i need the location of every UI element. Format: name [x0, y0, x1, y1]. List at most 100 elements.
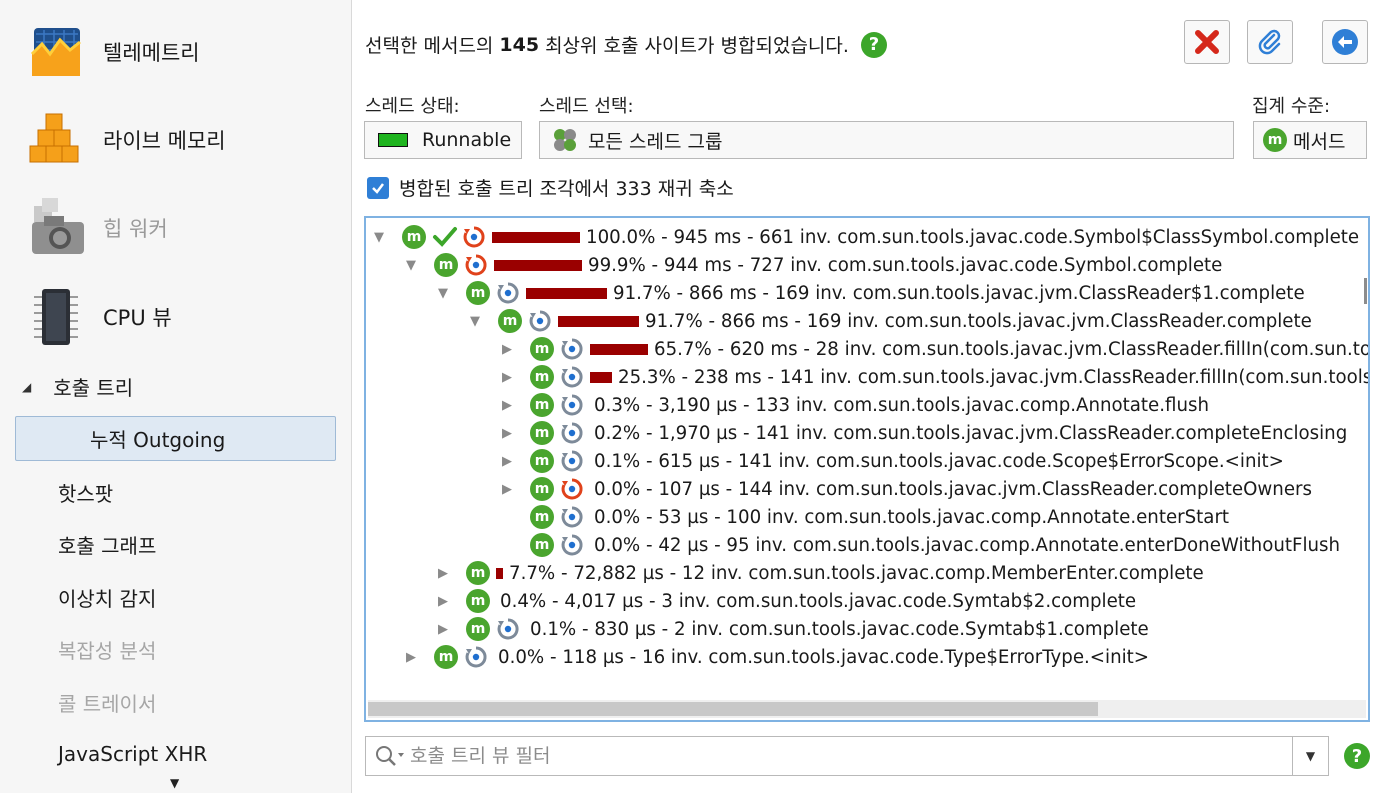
- vertical-scroll-marker[interactable]: [1364, 278, 1367, 304]
- scroll-down-icon[interactable]: ▼: [170, 776, 179, 790]
- sidebar-item-javascript-xhr[interactable]: JavaScript XHR: [58, 742, 207, 766]
- tree-row[interactable]: ▶ m 0.3% - 3,190 µs - 133 inv. com.sun.too…: [502, 391, 1209, 419]
- method-icon: m: [530, 477, 554, 501]
- collapse-toggle-icon[interactable]: ▼: [374, 230, 402, 245]
- tree-row-text: 0.2% - 1,970 µs - 141 inv. com.sun.tools…: [594, 422, 1348, 444]
- sidebar-item-live-memory[interactable]: 라이브 메모리: [24, 108, 344, 172]
- tree-row[interactable]: ▼ m 91.7% - 866 ms - 169 inv. com.sun.tool…: [438, 279, 1305, 307]
- thread-state-value: Runnable: [422, 129, 512, 151]
- expand-toggle-icon[interactable]: ▶: [502, 454, 530, 469]
- tree-row-text: 0.1% - 615 µs - 141 inv. com.sun.tools.j…: [594, 450, 1284, 472]
- filter-help-icon[interactable]: ?: [1344, 743, 1370, 769]
- tree-row-text: 0.0% - 53 µs - 100 inv. com.sun.tools.ja…: [594, 506, 1230, 528]
- merge-recursion-option: 병합된 호출 트리 조각에서 333 재귀 축소: [367, 174, 734, 201]
- tree-row[interactable]: ▶ m 0.2% - 1,970 µs - 141 inv. com.sun.too…: [502, 419, 1347, 447]
- time-bar: [590, 343, 648, 355]
- timer-icon: [561, 338, 583, 360]
- tree-row[interactable]: ▶ m 25.3% - 238 ms - 141 inv. com.sun.tool…: [502, 363, 1370, 391]
- merge-recursion-checkbox[interactable]: [367, 176, 389, 199]
- runnable-state-icon: [378, 133, 408, 147]
- time-bar: [494, 259, 582, 271]
- timer-icon: [561, 366, 583, 388]
- thread-state-combo[interactable]: Runnable: [364, 121, 522, 159]
- expand-toggle-icon[interactable]: ▶: [438, 594, 466, 609]
- time-bar: [590, 371, 612, 383]
- sidebar-item-complexity-analysis[interactable]: 복잡성 분석: [58, 635, 156, 664]
- expand-toggle-icon[interactable]: ▶: [438, 622, 466, 637]
- sidebar-item-heap-walker[interactable]: 힙 워커: [24, 196, 344, 260]
- paperclip-icon: [1258, 29, 1281, 55]
- tree-row[interactable]: ▶ m 7.7% - 72,882 µs - 12 inv. com.sun.too…: [438, 559, 1204, 587]
- filter-dropdown-button[interactable]: ▼: [1292, 737, 1328, 775]
- expand-toggle-icon[interactable]: ▶: [502, 342, 530, 357]
- tree-row[interactable]: ▼ m 100.0% - 945 ms - 661 inv. com.sun.too…: [374, 223, 1359, 251]
- checkmark-icon: [433, 227, 457, 247]
- call-tree-filter: ▼: [365, 736, 1329, 776]
- expand-toggle-icon[interactable]: ▶: [438, 566, 466, 581]
- method-icon: m: [466, 589, 490, 613]
- tree-row[interactable]: ▶ m 0.1% - 830 µs - 2 inv. com.sun.tools.j…: [438, 615, 1149, 643]
- sidebar-item-hotspots[interactable]: 핫스팟: [58, 478, 113, 507]
- sidebar-item-telemetry[interactable]: 텔레메트리: [24, 20, 344, 84]
- timer-icon: [465, 646, 487, 668]
- tree-row[interactable]: m 0.0% - 53 µs - 100 inv. com.sun.tools.j…: [502, 503, 1229, 531]
- sidebar-item-cpu-view[interactable]: CPU 뷰: [24, 285, 344, 349]
- attach-button[interactable]: [1247, 20, 1293, 64]
- expand-toggle-icon[interactable]: ▶: [502, 398, 530, 413]
- call-tree-view[interactable]: ▼ m 100.0% - 945 ms - 661 inv. com.sun.too…: [364, 216, 1370, 722]
- time-bar: [526, 287, 607, 299]
- method-icon: m: [434, 253, 458, 277]
- tree-row-text: 25.3% - 238 ms - 141 inv. com.sun.tools.…: [618, 366, 1370, 388]
- tree-row[interactable]: ▶ m 0.0% - 118 µs - 16 inv. com.sun.tools.…: [406, 643, 1149, 671]
- tree-row[interactable]: ▶ m 0.4% - 4,017 µs - 3 inv. com.sun.tools…: [438, 587, 1136, 615]
- method-icon: m: [530, 421, 554, 445]
- tree-row[interactable]: ▶ m 0.1% - 615 µs - 141 inv. com.sun.tools…: [502, 447, 1284, 475]
- close-button[interactable]: [1184, 20, 1230, 64]
- thread-select-combo[interactable]: 모든 스레드 그룹: [539, 121, 1234, 159]
- tree-row[interactable]: m 0.0% - 42 µs - 95 inv. com.sun.tools.ja…: [502, 531, 1340, 559]
- horizontal-scroll-thumb[interactable]: [368, 702, 1098, 716]
- tree-row[interactable]: ▶ m 0.0% - 107 µs - 144 inv. com.sun.tools…: [502, 475, 1312, 503]
- sidebar-item-label: 라이브 메모리: [103, 129, 226, 153]
- filter-input[interactable]: [410, 738, 1292, 774]
- expand-toggle-icon[interactable]: ▶: [406, 650, 434, 665]
- aggregation-value: 메서드: [1293, 130, 1346, 153]
- collapse-toggle-icon[interactable]: ▼: [470, 314, 498, 329]
- sidebar: 텔레메트리 라이브 메모리 힙 워커 CPU 뷰 ◢ 호출 트리 누적 Outg…: [0, 0, 352, 793]
- tree-row[interactable]: ▶ m 65.7% - 620 ms - 28 inv. com.sun.tools…: [502, 335, 1370, 363]
- tree-row-text: 99.9% - 944 ms - 727 inv. com.sun.tools.…: [588, 254, 1223, 276]
- cpu-view-icon: [24, 285, 88, 349]
- thread-select-value: 모든 스레드 그룹: [588, 130, 723, 153]
- expand-toggle-icon[interactable]: ▶: [502, 370, 530, 385]
- message-before: 선택한 메서드의: [365, 35, 494, 57]
- expand-toggle-icon[interactable]: ▶: [502, 482, 530, 497]
- merge-recursion-label: 병합된 호출 트리 조각에서 333 재귀 축소: [399, 178, 734, 200]
- sidebar-item-cumulative-outgoing[interactable]: 누적 Outgoing: [15, 416, 336, 461]
- method-icon: m: [530, 337, 554, 361]
- timer-icon: [497, 282, 519, 304]
- collapse-triangle-icon[interactable]: ◢: [22, 380, 31, 394]
- help-icon[interactable]: ?: [860, 31, 887, 58]
- live-memory-icon: [24, 108, 88, 172]
- method-icon: m: [402, 225, 426, 249]
- search-icon[interactable]: [374, 744, 410, 768]
- tree-row-text: 0.3% - 3,190 µs - 133 inv. com.sun.tools…: [594, 394, 1210, 416]
- expand-toggle-icon[interactable]: ▶: [502, 426, 530, 441]
- method-icon: m: [530, 505, 554, 529]
- collapse-toggle-icon[interactable]: ▼: [438, 286, 466, 301]
- collapse-toggle-icon[interactable]: ▼: [406, 258, 434, 273]
- aggregation-combo[interactable]: m 메서드: [1253, 121, 1367, 159]
- tree-row[interactable]: ▼ m 91.7% - 866 ms - 169 inv. com.sun.tool…: [470, 307, 1312, 335]
- tree-row-text: 65.7% - 620 ms - 28 inv. com.sun.tools.j…: [654, 338, 1370, 360]
- sidebar-item-call-graph[interactable]: 호출 그래프: [58, 530, 156, 559]
- sidebar-item-outlier-detection[interactable]: 이상치 감지: [58, 583, 156, 612]
- sidebar-item-call-tracer[interactable]: 콜 트레이서: [58, 688, 156, 717]
- method-icon: m: [498, 309, 522, 333]
- sidebar-section-call-tree[interactable]: ◢ 호출 트리: [22, 372, 133, 401]
- horizontal-scrollbar[interactable]: [368, 700, 1366, 718]
- tree-row[interactable]: ▼ m 99.9% - 944 ms - 727 inv. com.sun.tool…: [406, 251, 1222, 279]
- timer-icon: [529, 310, 551, 332]
- timer-icon: [497, 618, 519, 640]
- back-button[interactable]: [1322, 20, 1368, 64]
- timer-icon: [561, 450, 583, 472]
